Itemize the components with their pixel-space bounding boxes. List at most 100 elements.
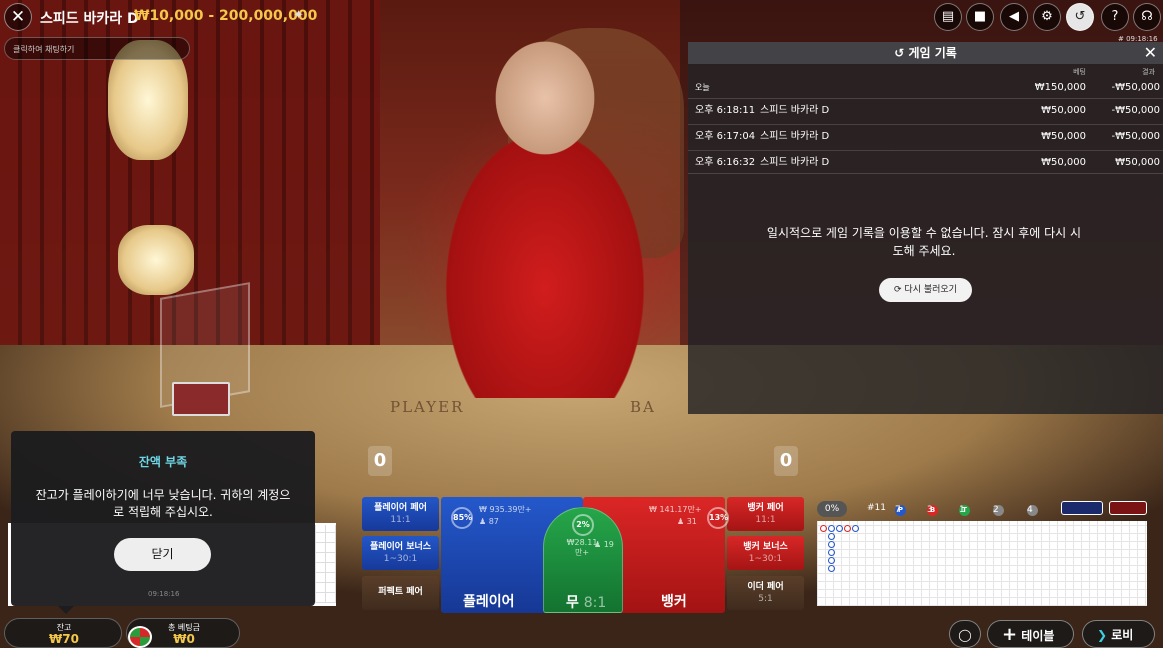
user-icon: ♟ — [677, 517, 687, 526]
road-marker — [852, 525, 859, 532]
chat-toggle-button[interactable]: ◯ — [949, 620, 981, 648]
support-button[interactable]: ☊ — [1133, 3, 1161, 31]
today-result: -₩50,000 — [1111, 82, 1161, 93]
history-row[interactable]: 오후 6:17:04 스피드 바카라 D ₩50,000 -₩50,000 — [688, 124, 1163, 148]
tie-odds: 8:1 — [583, 595, 607, 611]
bet-odds: 1~30:1 — [383, 554, 418, 564]
history-header: ↺ 게임 기록 ✕ — [688, 42, 1163, 64]
row-time: 오후 6:16:32 — [695, 157, 756, 168]
camera-button[interactable]: ■ — [966, 3, 994, 31]
road-marker — [828, 541, 835, 548]
road-marker — [820, 525, 827, 532]
progress-indicator: 0% — [817, 501, 847, 517]
table-player-text: PLAYER — [390, 398, 465, 416]
banker-score: 0 — [774, 446, 798, 476]
popup-time: 09:18:16 — [148, 590, 180, 598]
lobby-button[interactable]: ❯ 로비 — [1082, 620, 1155, 648]
banker-percent: 13% — [707, 507, 729, 529]
player-amount: ₩ 935.39만+ — [479, 505, 532, 514]
tie-percent: 2% — [572, 514, 594, 536]
balance-value: ₩70 — [49, 632, 79, 646]
bet-label: 플레이어 페어 — [374, 503, 427, 513]
row-bet: ₩50,000 — [1041, 131, 1086, 142]
history-row[interactable]: 오후 6:16:32 스피드 바카라 D ₩50,000 ₩50,000 — [688, 150, 1163, 174]
popup-message: 잔고가 플레이하기에 너무 낮습니다. 귀하의 계정으로 적립해 주십시오. — [35, 488, 291, 519]
chat-button[interactable]: ▤ — [934, 3, 962, 31]
camera-icon: ■ — [973, 9, 987, 24]
history-button[interactable]: ↺ — [1066, 3, 1094, 31]
game-title: 스피드 바카라 D — [40, 11, 139, 27]
player-score: 0 — [368, 446, 392, 476]
refresh-icon: ⟳ — [894, 285, 905, 295]
banker-amount: ₩ 141.17만+ — [649, 505, 702, 514]
road-marker — [844, 525, 851, 532]
settings-button[interactable]: ⚙ — [1033, 3, 1061, 31]
help-button[interactable]: ? — [1101, 3, 1129, 31]
pin-icon[interactable]: ✦ — [293, 8, 304, 23]
history-panel: ↺ 게임 기록 ✕ 베팅 결과 오늘 ₩150,000 -₩50,000 오후 … — [688, 42, 1163, 414]
history-row[interactable]: 오후 6:18:11 스피드 바카라 D ₩50,000 -₩50,000 — [688, 98, 1163, 122]
close-icon[interactable]: ✕ — [1144, 42, 1157, 64]
history-title: 게임 기록 — [908, 46, 957, 60]
history-error-message: 일시적으로 게임 기록을 이용할 수 없습니다. 잠시 후에 다시 시도해 주세… — [766, 226, 1082, 258]
volume-button[interactable]: ◀ — [1000, 3, 1028, 31]
big-road — [817, 521, 1147, 606]
banker-pair-bet[interactable]: 뱅커 페어 11:1 — [727, 497, 804, 531]
player-count: ♟ 87 — [479, 517, 499, 526]
reload-button[interactable]: ⟳ 다시 불러오기 — [879, 278, 972, 302]
today-label: 오늘 — [695, 83, 710, 92]
player-bonus-bet[interactable]: 플레이어 보너스 1~30:1 — [362, 536, 439, 570]
today-bet: ₩150,000 — [1034, 82, 1086, 93]
row-result: ₩50,000 — [1115, 157, 1160, 168]
bet-label: 뱅커 보너스 — [743, 542, 788, 552]
row-game: 스피드 바카라 D — [760, 105, 830, 116]
help-icon: ? — [1111, 9, 1119, 24]
banker-label: 뱅커 — [661, 594, 687, 610]
popup-title: 잔액 부족 — [138, 455, 188, 469]
road-marker — [836, 525, 843, 532]
bet-limits: ₩10,000 - 200,000,000 — [134, 8, 318, 24]
either-pair-bet[interactable]: 이더 페어 5:1 — [727, 576, 804, 610]
player-pair-bet[interactable]: 플레이어 페어 11:1 — [362, 497, 439, 531]
perfect-pair-bet[interactable]: 퍼펙트 페어 — [362, 576, 439, 610]
gear-icon: ⚙ — [1041, 9, 1053, 24]
bet-label: 퍼펙트 페어 — [378, 587, 423, 597]
row-result: -₩50,000 — [1111, 105, 1161, 116]
row-game: 스피드 바카라 D — [760, 157, 830, 168]
bet-label: 플레이어 보너스 — [369, 542, 432, 552]
history-icon: ↺ — [894, 46, 909, 60]
user-icon: ♟ — [594, 540, 604, 549]
history-icon: ↺ — [1074, 9, 1086, 24]
tie-bet[interactable]: 2% ₩28.11만+ ♟ 19 무 8:1 — [543, 507, 623, 613]
player-percent: 85% — [451, 507, 473, 529]
popup-close-button[interactable]: 닫기 — [114, 538, 211, 571]
player-predict-button[interactable] — [1061, 501, 1103, 515]
chip-icon[interactable] — [128, 626, 152, 648]
tie-count: ♟ 19 — [594, 540, 614, 549]
bet-label: 이더 페어 — [747, 582, 784, 592]
chat-bubble-icon: ◯ — [958, 628, 972, 642]
road-marker — [828, 549, 835, 556]
player-label: 플레이어 — [463, 594, 515, 610]
banker-predict-button[interactable] — [1109, 501, 1147, 515]
lobby-label: 로비 — [1111, 628, 1134, 642]
bet-odds: 1~30:1 — [748, 554, 783, 564]
round-number: #11 — [867, 503, 886, 513]
chat-icon: ▤ — [941, 9, 955, 24]
table-button[interactable]: + 테이블 — [987, 620, 1074, 648]
lantern — [118, 225, 194, 295]
table-banker-text: BA — [630, 398, 656, 416]
road-marker — [828, 557, 835, 564]
road-marker — [828, 525, 835, 532]
bet-label: 뱅커 페어 — [747, 503, 784, 513]
balance-display: 잔고 ₩70 — [4, 618, 122, 648]
reload-label: 다시 불러오기 — [904, 285, 957, 295]
banker-count: ♟ 31 — [677, 517, 697, 526]
volume-icon: ◀ — [1009, 9, 1019, 24]
card-deck — [172, 382, 230, 416]
road-marker — [828, 533, 835, 540]
banker-bonus-bet[interactable]: 뱅커 보너스 1~30:1 — [727, 536, 804, 570]
row-bet: ₩50,000 — [1041, 157, 1086, 168]
close-button[interactable]: ✕ — [4, 3, 32, 31]
chat-input[interactable]: 클릭하여 채팅하기 — [4, 37, 190, 60]
